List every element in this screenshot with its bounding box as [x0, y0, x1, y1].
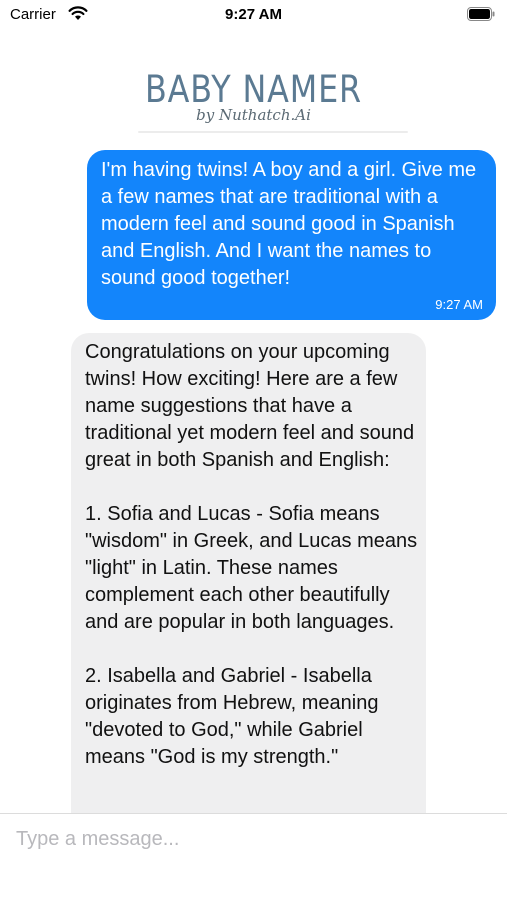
app-logo-subtitle: by Nuthatch.Ai	[196, 106, 311, 124]
app-header: BABY NAMER by Nuthatch.Ai	[0, 62, 507, 133]
status-bar: Carrier 9:27 AM	[0, 0, 507, 30]
incoming-message-bubble[interactable]: Congratulations on your upcoming twins! …	[71, 333, 426, 813]
battery-icon	[467, 7, 495, 21]
message-composer	[0, 813, 507, 901]
header-divider	[138, 131, 408, 133]
message-input[interactable]	[16, 824, 486, 854]
chat-thread[interactable]: I'm having twins! A boy and a girl. Give…	[0, 138, 507, 813]
outgoing-message-text: I'm having twins! A boy and a girl. Give…	[101, 159, 477, 289]
status-time: 9:27 AM	[225, 6, 282, 23]
outgoing-message-time: 9:27 AM	[435, 297, 483, 312]
app-logo-title: BABY NAMER	[144, 68, 363, 111]
outgoing-message-bubble[interactable]: I'm having twins! A boy and a girl. Give…	[87, 150, 496, 320]
incoming-message-text: Congratulations on your upcoming twins! …	[85, 341, 418, 768]
